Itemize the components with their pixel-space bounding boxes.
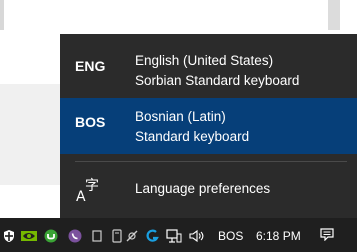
background-area-lower xyxy=(0,185,60,218)
logitech-icon[interactable] xyxy=(146,229,160,243)
torrent-icon[interactable] xyxy=(44,229,58,243)
action-center-icon[interactable] xyxy=(320,228,334,241)
keyboard-layout: Sorbian Standard keyboard xyxy=(135,73,300,88)
window-edge xyxy=(0,0,4,30)
keyboard-layout: Standard keyboard xyxy=(135,129,250,144)
viber-icon[interactable] xyxy=(68,229,82,243)
clock[interactable]: 6:18 PM xyxy=(256,229,301,243)
background-scrollbar[interactable] xyxy=(328,0,340,30)
language-icon: A 字 xyxy=(76,178,99,204)
language-name: English (United States) xyxy=(135,53,274,68)
satellite-icon[interactable] xyxy=(125,229,139,243)
language-code: BOS xyxy=(75,114,106,130)
language-code: ENG xyxy=(75,58,106,74)
network-icon[interactable] xyxy=(166,229,182,243)
language-name: Bosnian (Latin) xyxy=(135,109,226,124)
volume-icon[interactable] xyxy=(189,229,205,243)
usb-icon[interactable] xyxy=(92,229,102,243)
svg-text:字: 字 xyxy=(85,178,99,194)
background-area xyxy=(0,34,60,84)
tablet-icon[interactable] xyxy=(110,229,124,243)
divider xyxy=(75,161,347,162)
language-item-eng[interactable]: ENG English (United States) Sorbian Stan… xyxy=(60,42,357,98)
taskbar: BOS 6:18 PM xyxy=(0,218,357,252)
language-item-bos[interactable]: BOS Bosnian (Latin) Standard keyboard xyxy=(60,98,357,154)
shield-icon[interactable] xyxy=(2,229,16,243)
input-indicator[interactable]: BOS xyxy=(218,229,243,243)
language-preferences-link[interactable]: A 字 Language preferences xyxy=(60,170,357,210)
input-language-flyout: ENG English (United States) Sorbian Stan… xyxy=(60,34,357,218)
language-preferences-label: Language preferences xyxy=(135,181,271,196)
nvidia-icon[interactable] xyxy=(20,229,38,243)
background-window xyxy=(0,0,357,34)
